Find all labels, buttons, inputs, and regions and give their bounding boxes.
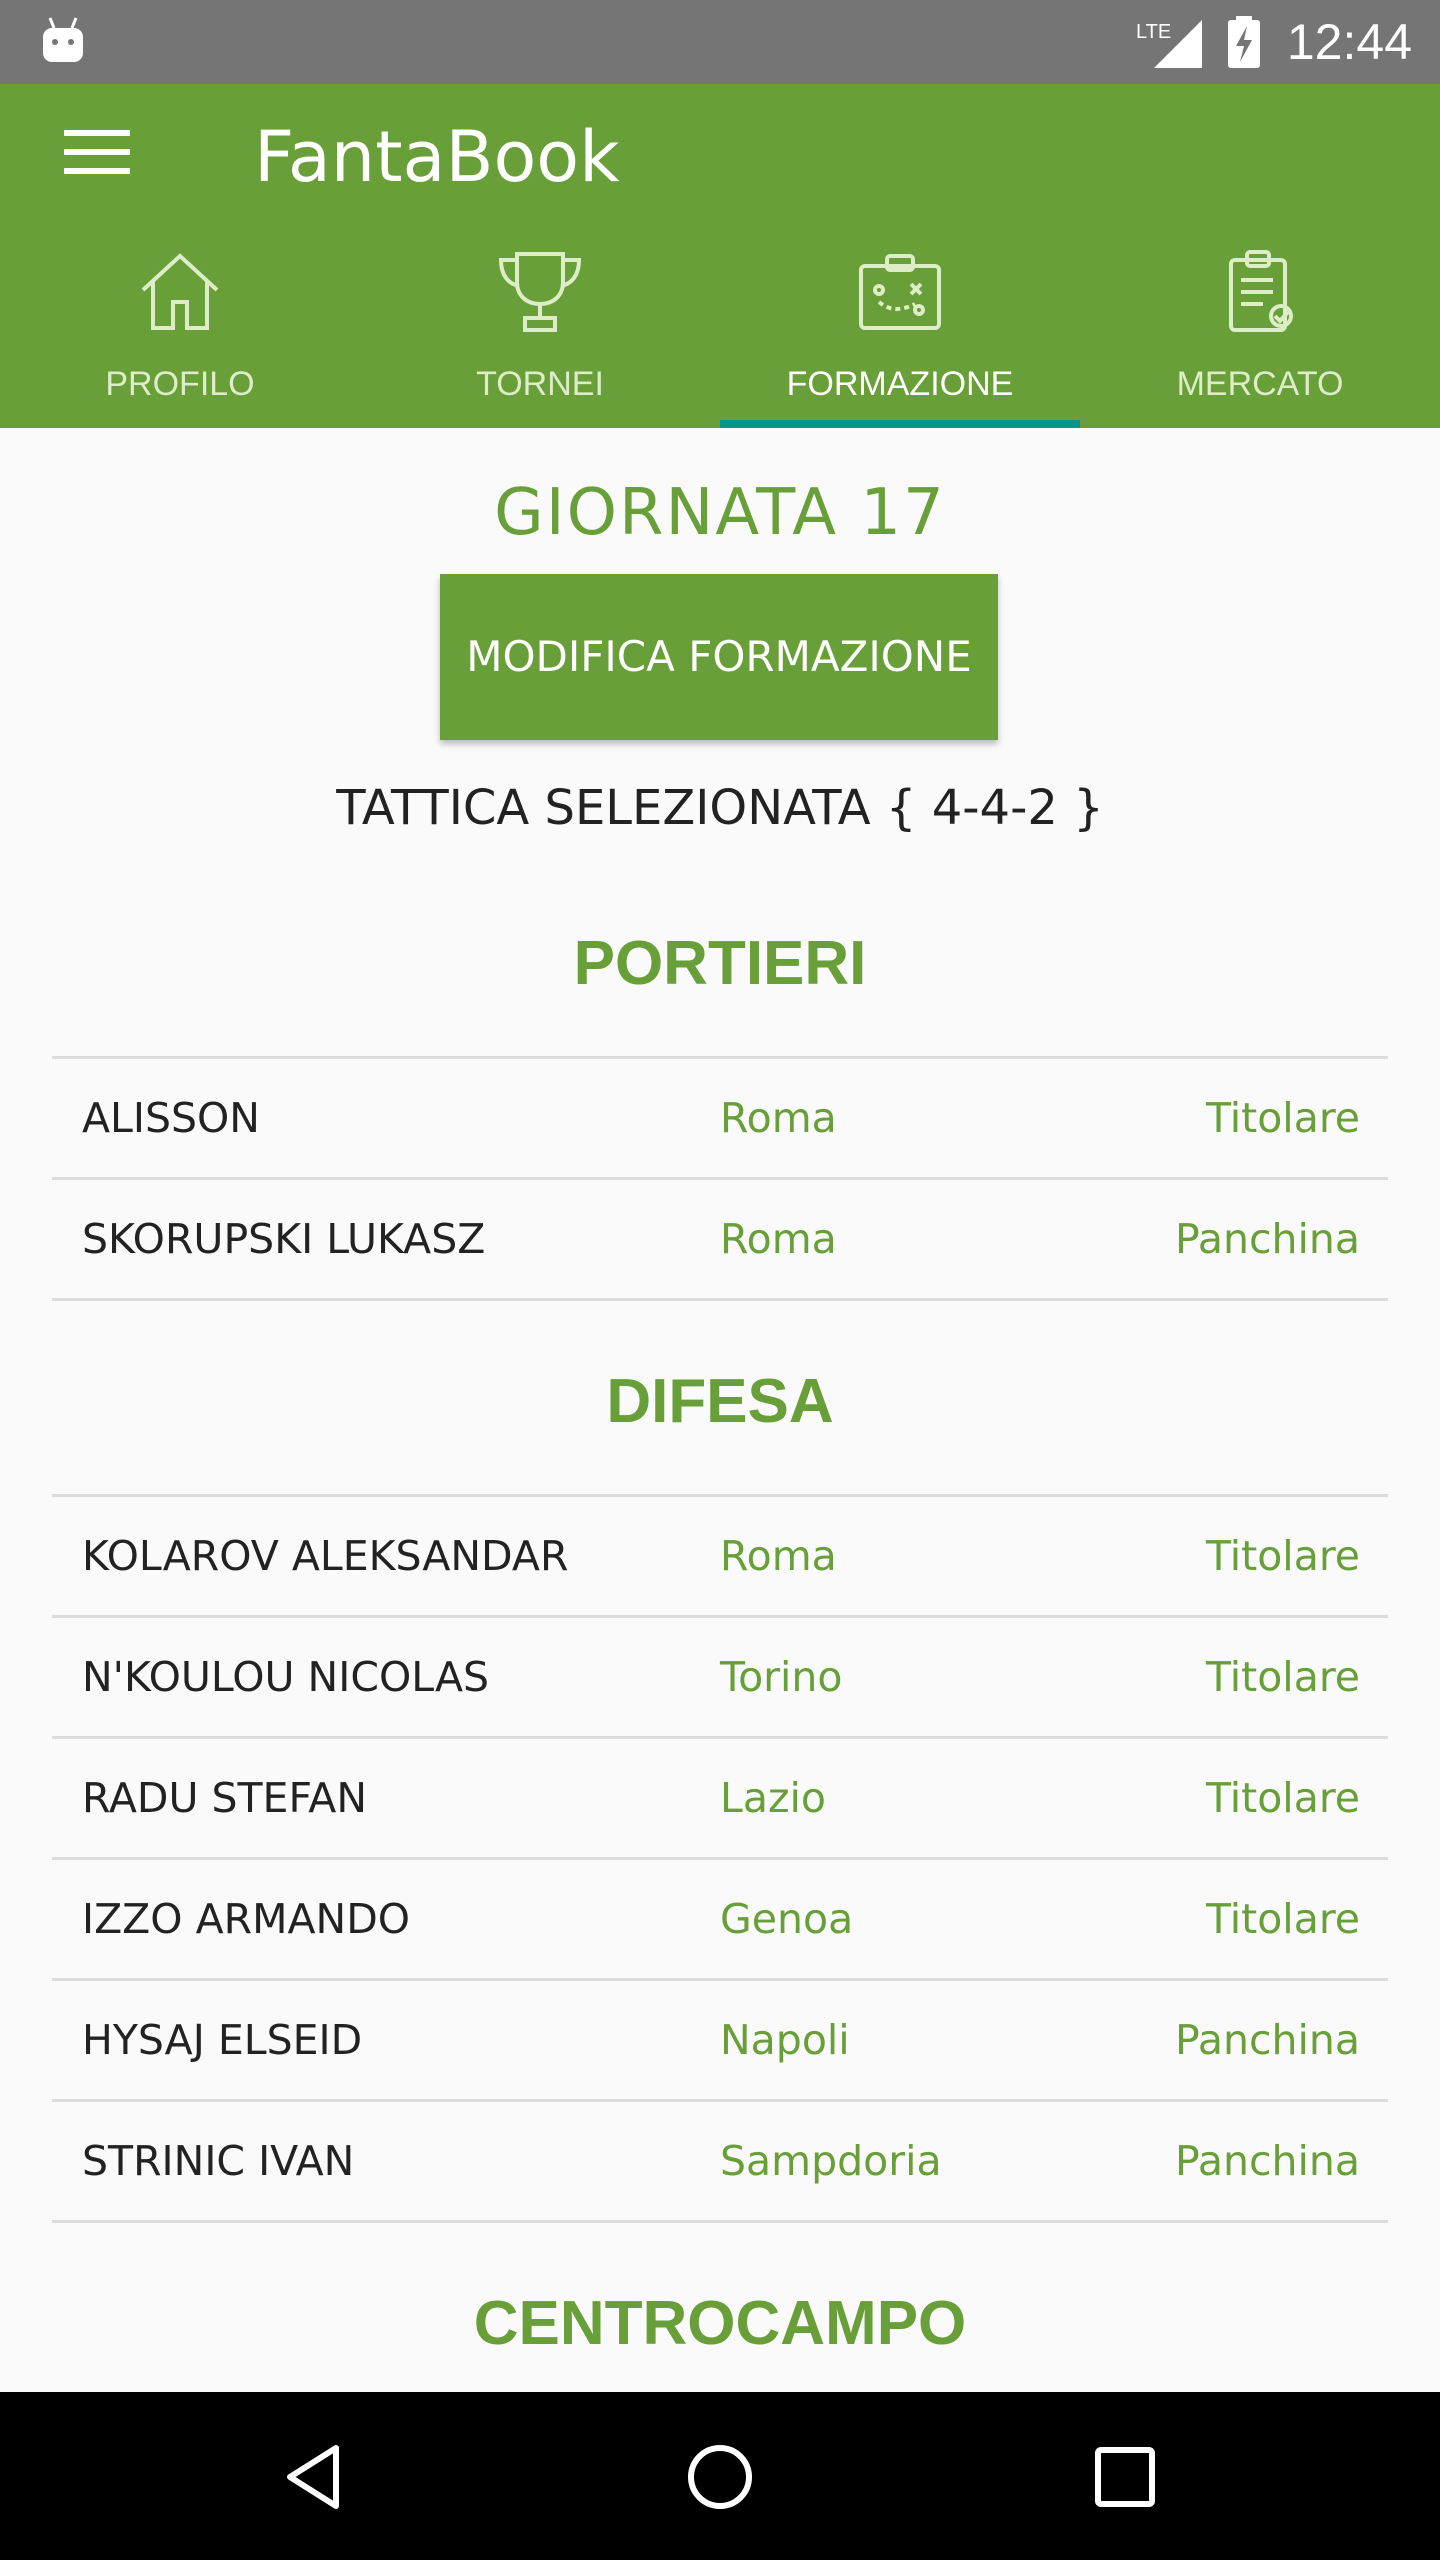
home-icon (141, 253, 219, 330)
section-title-difesa: DIFESA (606, 1367, 834, 1436)
player-row[interactable]: KOLAROV ALEKSANDAR Roma Titolare (52, 1497, 1388, 1615)
tab-formazione[interactable]: FORMAZIONE (720, 228, 1080, 428)
player-name: HYSAJ ELSEID (82, 2016, 363, 2064)
back-triangle-icon[interactable] (280, 2442, 350, 2512)
network-label: LTE (1136, 21, 1171, 43)
modifica-formazione-button[interactable]: MODIFICA FORMAZIONE (440, 574, 998, 740)
player-row[interactable]: ALISSON Roma Titolare (52, 1059, 1388, 1177)
tab-tornei[interactable]: TORNEI (360, 228, 720, 428)
player-name: N'KOULOU NICOLAS (82, 1653, 490, 1701)
recents-square-icon[interactable] (1090, 2442, 1160, 2512)
player-name: SKORUPSKI LUKASZ (82, 1215, 486, 1263)
trophy-icon (498, 252, 582, 332)
player-name: IZZO ARMANDO (82, 1895, 411, 1943)
player-row[interactable]: HYSAJ ELSEID Napoli Panchina (52, 1981, 1388, 2099)
status-bar: LTE 12:44 (0, 0, 1440, 84)
section-title-portieri: PORTIERI (573, 929, 867, 998)
player-team: Roma (720, 1094, 837, 1142)
tab-bar: PROFILO TORNEI FORMAZIONE MERCATO (0, 228, 1440, 428)
battery-charging-icon (1228, 16, 1260, 68)
player-row[interactable]: IZZO ARMANDO Genoa Titolare (52, 1860, 1388, 1978)
player-row[interactable]: N'KOULOU NICOLAS Torino Titolare (52, 1618, 1388, 1736)
android-notification-icon (43, 17, 83, 62)
player-status: Titolare (1205, 1774, 1360, 1822)
tab-mercato[interactable]: MERCATO (1080, 228, 1440, 428)
home-circle-icon[interactable] (685, 2442, 755, 2512)
tab-label: TORNEI (476, 365, 604, 403)
player-row[interactable]: SKORUPSKI LUKASZ Roma Panchina (52, 1180, 1388, 1298)
clipboard-icon (1229, 250, 1293, 332)
lte-signal-icon: LTE (1136, 20, 1202, 68)
player-team: Genoa (720, 1895, 854, 1943)
player-status: Titolare (1205, 1094, 1360, 1142)
player-name: ALISSON (82, 1094, 260, 1142)
player-row[interactable]: STRINIC IVAN Sampdoria Panchina (52, 2102, 1388, 2220)
player-team: Sampdoria (720, 2137, 942, 2185)
player-team: Napoli (720, 2016, 850, 2064)
player-row[interactable]: RADU STEFAN Lazio Titolare (52, 1739, 1388, 1857)
player-team: Torino (720, 1653, 843, 1701)
player-status: Panchina (1174, 2137, 1360, 2185)
tactics-board-icon (859, 254, 941, 330)
player-status: Titolare (1205, 1532, 1360, 1580)
player-name: STRINIC IVAN (82, 2137, 355, 2185)
giornata-title: GIORNATA 17 (494, 476, 946, 550)
player-status: Titolare (1205, 1895, 1360, 1943)
hamburger-menu-icon[interactable] (64, 130, 130, 174)
section-title-centrocampo: CENTROCAMPO (473, 2289, 967, 2358)
player-name: RADU STEFAN (82, 1774, 367, 1822)
player-team: Lazio (720, 1774, 826, 1822)
tab-profilo[interactable]: PROFILO (0, 228, 360, 428)
tab-label: PROFILO (105, 365, 255, 403)
status-clock: 12:44 (1286, 14, 1412, 70)
divider (52, 2220, 1388, 2223)
tab-label: FORMAZIONE (786, 365, 1014, 403)
player-team: Roma (720, 1215, 837, 1263)
active-tab-indicator (720, 420, 1080, 428)
player-team: Roma (720, 1532, 837, 1580)
player-status: Panchina (1174, 2016, 1360, 2064)
tab-label: MERCATO (1176, 365, 1344, 403)
divider (52, 1298, 1388, 1301)
system-nav-bar (0, 2392, 1440, 2560)
formazione-content[interactable]: GIORNATA 17 MODIFICA FORMAZIONE TATTICA … (0, 428, 1440, 2392)
app-title: FantaBook (254, 116, 620, 198)
player-status: Panchina (1174, 1215, 1360, 1263)
player-status: Titolare (1205, 1653, 1360, 1701)
tattica-label: TATTICA SELEZIONATA { 4-4-2 } (336, 780, 1104, 836)
player-name: KOLAROV ALEKSANDAR (82, 1532, 569, 1580)
